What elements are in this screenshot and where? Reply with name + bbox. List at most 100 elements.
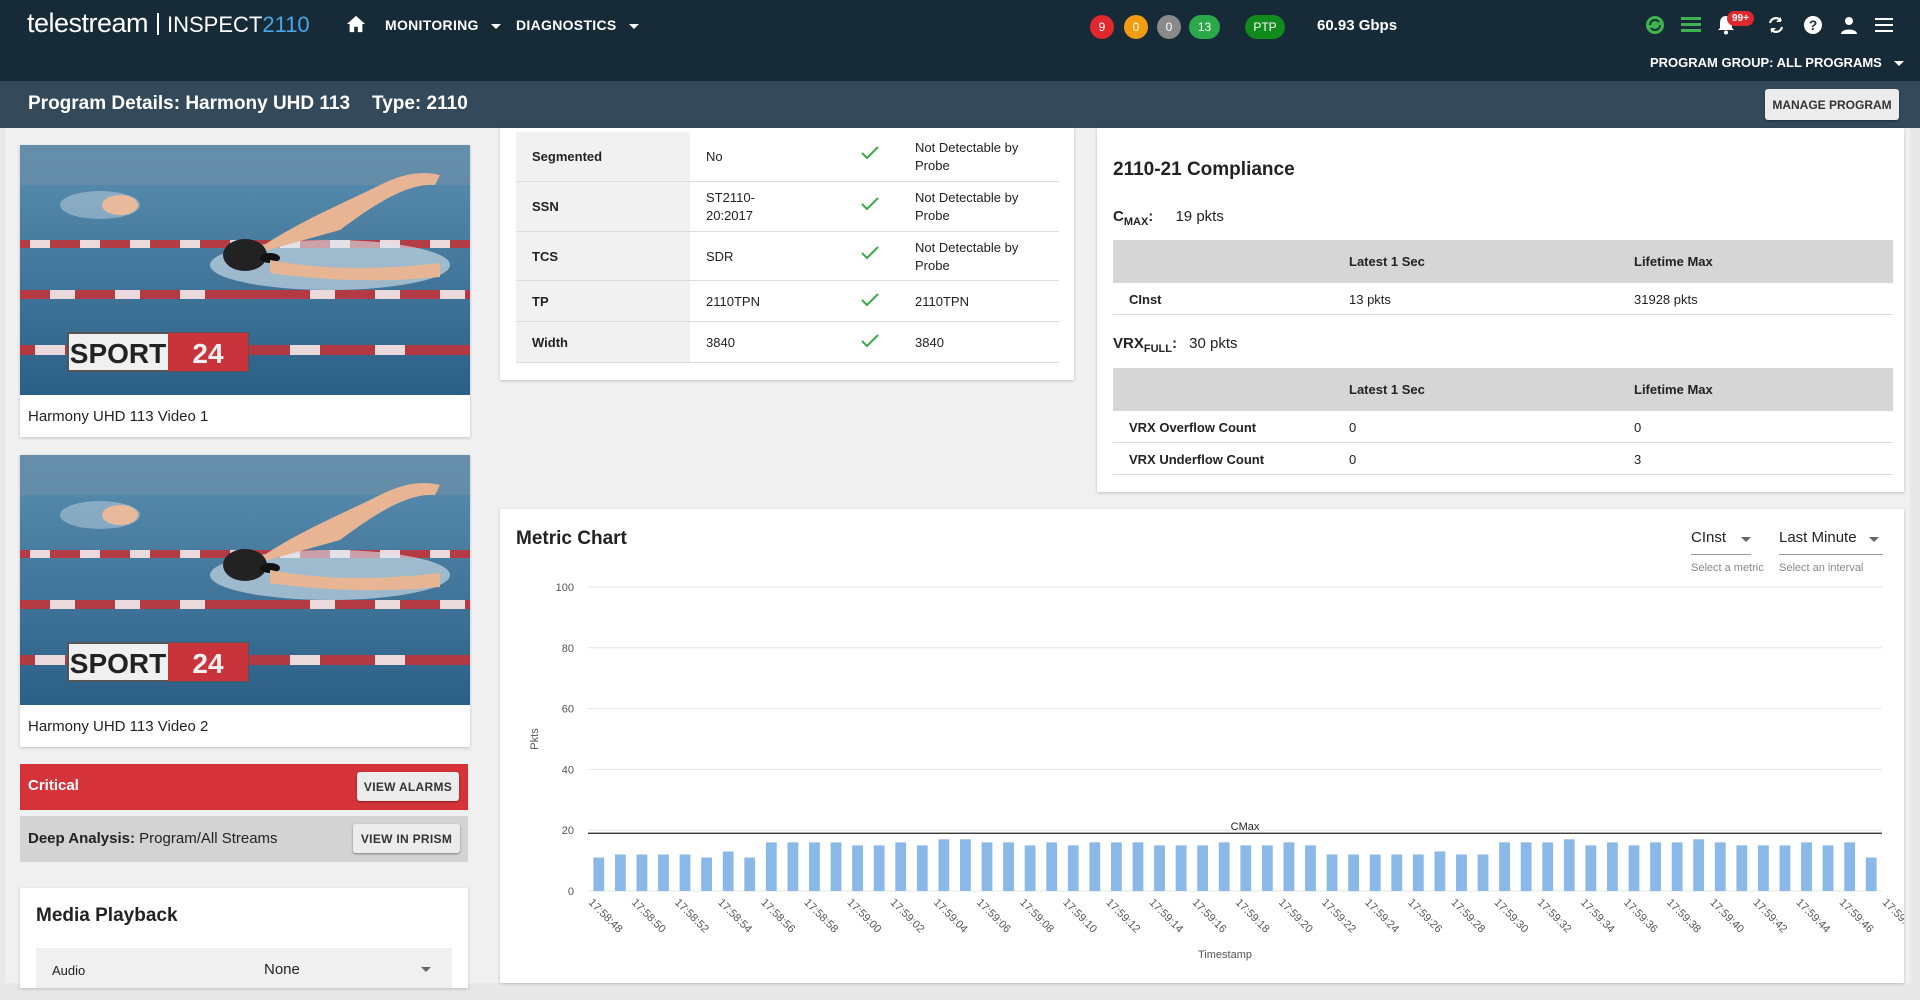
property-name: Segmented <box>516 132 690 181</box>
refresh-icon[interactable] <box>1764 13 1788 37</box>
list-view-icon[interactable] <box>1679 13 1703 37</box>
y-tick-label: 0 <box>568 886 574 898</box>
property-value: SDR <box>706 249 734 264</box>
x-tick-label: 17:59:22 <box>1319 897 1358 936</box>
bar <box>1520 842 1532 891</box>
bar <box>1628 845 1640 891</box>
program-group-label: PROGRAM GROUP: ALL PROGRAMS <box>1650 55 1882 70</box>
nav-monitoring[interactable]: MONITORING <box>385 17 501 33</box>
thumbnail-1-overlay-number: 24 <box>192 338 224 369</box>
chevron-down-icon <box>1741 537 1751 542</box>
help-icon[interactable]: ? <box>1801 13 1825 37</box>
chevron-down-icon <box>1869 537 1879 542</box>
bar <box>744 857 756 891</box>
y-tick-label: 60 <box>562 704 574 716</box>
hamburger-menu-icon[interactable] <box>1872 13 1896 37</box>
video-thumbnail-1[interactable]: SPORT 24 <box>20 145 470 395</box>
row-lifetime: 31928 pkts <box>1634 292 1698 307</box>
property-row: TP 2110TPN 2110TPN <box>516 281 1059 322</box>
x-tick-label: 17:59:28 <box>1449 897 1488 936</box>
x-tick-label: 17:59:00 <box>845 897 884 936</box>
x-tick-label: 17:58:56 <box>758 897 797 936</box>
interval-select[interactable]: Last Minute <box>1779 529 1883 555</box>
audio-select-value[interactable]: None <box>264 961 300 978</box>
metric-bar-chart: 020406080100PktsCMax17:58:48 17:58:50 17:5… <box>529 582 1904 961</box>
view-alarms-button[interactable]: VIEW ALARMS <box>357 772 459 801</box>
property-name: TCS <box>516 232 690 280</box>
check-icon <box>861 197 879 211</box>
page-title: Program Details: Harmony UHD 113 <box>28 93 351 114</box>
video-thumbnail-2-label: Harmony UHD 113 Video 2 <box>28 718 209 735</box>
bar <box>1542 842 1554 891</box>
alarm-status-text: Critical <box>28 777 79 794</box>
x-tick-label: 17:59:12 <box>1103 897 1142 936</box>
x-tick-label: 17:59:04 <box>931 897 970 936</box>
status-count-critical[interactable]: 9 <box>1090 15 1114 39</box>
product-prefix: INSPECT <box>167 12 263 37</box>
status-count-minor[interactable]: 0 <box>1157 15 1181 39</box>
video-thumbnail-1-label: Harmony UHD 113 Video 1 <box>28 408 209 425</box>
nav-diagnostics[interactable]: DIAGNOSTICS <box>516 17 639 33</box>
bar <box>916 845 928 891</box>
audio-select-row[interactable]: Audio None <box>36 948 452 988</box>
bar <box>830 842 842 891</box>
bar <box>1822 845 1834 891</box>
x-tick-label: 17:59:30 <box>1492 897 1531 936</box>
ptp-badge[interactable]: PTP <box>1245 15 1285 39</box>
x-tick-label: 17:59:38 <box>1664 897 1703 936</box>
bar <box>895 842 907 891</box>
row-latest: 13 pkts <box>1349 292 1391 307</box>
bar <box>1801 842 1812 891</box>
status-count-ok[interactable]: 13 <box>1189 15 1220 39</box>
bar <box>809 842 820 891</box>
vrx-full-line: VRXFULL: 30 pkts <box>1113 335 1238 355</box>
bar <box>614 854 626 891</box>
x-tick-label: 17:59:44 <box>1794 897 1833 936</box>
notification-count-badge: 99+ <box>1727 11 1754 26</box>
nav-monitoring-label: MONITORING <box>385 17 479 33</box>
column-header: Lifetime Max <box>1634 382 1713 397</box>
program-details-header: Program Details: Harmony UHD 113 Type: 2… <box>0 81 1920 128</box>
view-in-prism-button[interactable]: VIEW IN PRISM <box>353 824 460 853</box>
thumbnail-2-overlay-number: 24 <box>192 648 224 679</box>
row-latest: 0 <box>1349 420 1357 435</box>
x-tick-label: 17:58:48 <box>586 897 625 936</box>
user-account-icon[interactable] <box>1837 13 1861 37</box>
metric-select[interactable]: CInst <box>1691 529 1751 555</box>
x-tick-label: 17:59:20 <box>1276 897 1315 936</box>
compliance-card: 2110-21 Compliance CMAX: 19 pkts Latest … <box>1097 128 1904 492</box>
bar <box>1218 842 1230 891</box>
program-type: Type: 2110 <box>372 93 468 114</box>
bar <box>679 854 691 891</box>
property-value: ST2110-20:2017 <box>706 190 755 223</box>
bar <box>1132 842 1144 891</box>
bar <box>722 851 734 891</box>
product-name: INSPECT2110 <box>167 12 310 38</box>
vrx-full-value: 30 pkts <box>1189 335 1238 352</box>
home-icon[interactable] <box>345 14 367 34</box>
x-tick-label: 17:59:48 <box>1880 897 1904 936</box>
bar <box>1067 845 1079 891</box>
media-playback-title: Media Playback <box>36 905 178 926</box>
bar <box>1844 842 1856 891</box>
column-header: Lifetime Max <box>1634 254 1713 269</box>
sync-status-icon[interactable] <box>1643 13 1667 37</box>
bar <box>1714 842 1726 891</box>
bar <box>938 839 950 891</box>
bar <box>1412 854 1424 891</box>
check-icon <box>861 246 879 260</box>
x-tick-label: 17:59:42 <box>1750 897 1789 936</box>
x-tick-label: 17:59:26 <box>1405 897 1444 936</box>
stream-properties-card: Segmented No Not Detectable by Probe SSN… <box>500 128 1074 380</box>
video-thumbnail-2[interactable]: SPORT 24 <box>20 455 470 705</box>
thumbnail-2-overlay-word: SPORT <box>70 648 166 679</box>
column-header: Latest 1 Sec <box>1349 382 1425 397</box>
program-group-selector[interactable]: PROGRAM GROUP: ALL PROGRAMS <box>1650 55 1904 70</box>
x-tick-label: 17:59:06 <box>974 897 1013 936</box>
metric-chart-title: Metric Chart <box>516 528 627 549</box>
status-count-major[interactable]: 0 <box>1124 15 1148 39</box>
manage-program-button[interactable]: MANAGE PROGRAM <box>1765 89 1899 120</box>
telestream-logo[interactable]: telestream <box>27 8 149 39</box>
x-tick-label: 17:59:18 <box>1233 897 1272 936</box>
bar <box>1477 854 1489 891</box>
